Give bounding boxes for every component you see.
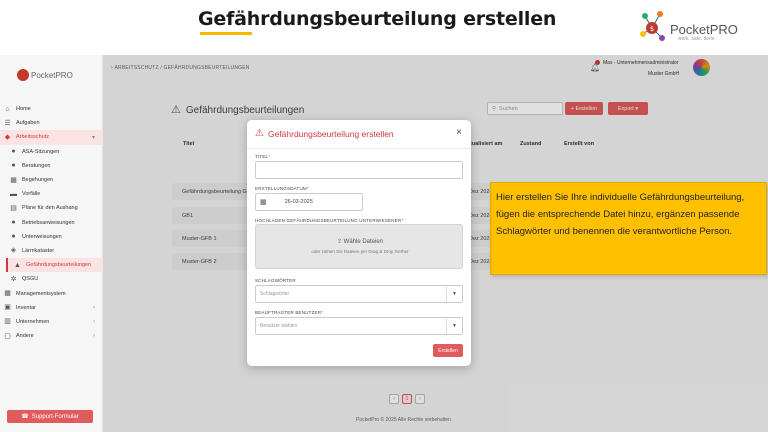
submit-create-button[interactable]: Erstellen — [433, 344, 463, 357]
sidebar-item-beratungen[interactable]: ● Beratungen — [0, 159, 103, 173]
modal-title: ⚠ Gefährdungsbeurteilung erstellen — [255, 128, 394, 139]
people-icon: ● — [11, 233, 16, 241]
car-icon: ▬ — [10, 190, 17, 198]
callout-text: Hier erstellen Sie Ihre individuelle Gef… — [496, 192, 745, 237]
sidebar-item-andere[interactable]: ▢ Andere › — [0, 329, 103, 343]
chevron-right-icon: › — [93, 318, 95, 325]
support-form-button[interactable]: ☎ Support-Formular — [7, 410, 93, 423]
sidebar-logo[interactable]: PocketPRO — [17, 63, 87, 87]
sidebar-item-begehungen[interactable]: ▦ Begehungen — [0, 173, 103, 187]
sidebar-item-gefaehrdungsbeurteilungen[interactable]: ▲ Gefährdungsbeurteilungen — [6, 258, 103, 273]
date-input[interactable]: ▦ 26-03-2025 — [255, 193, 363, 211]
svg-text:$: $ — [650, 25, 654, 33]
calendar-icon: ▦ — [260, 199, 267, 206]
sidebar-item-qsgu[interactable]: ✲ QSGU — [0, 272, 103, 286]
title-underline — [200, 32, 252, 35]
warning-icon: ▲ — [14, 261, 21, 269]
warning-icon: ⚠ — [255, 128, 264, 139]
factory-icon: ▥ — [4, 318, 11, 326]
logo-icon — [17, 69, 29, 81]
sidebar-item-unterweisungen[interactable]: ● Unterweisungen — [0, 230, 103, 244]
document-icon: ▤ — [10, 204, 17, 212]
date-label: ERSTELLUNGSDATUM* — [255, 186, 309, 191]
file-dropzone[interactable]: ⇪ Wähle Dateien oder ziehen Sie Dateien … — [255, 224, 463, 269]
create-assessment-modal: ⚠ Gefährdungsbeurteilung erstellen × TITE… — [247, 120, 471, 366]
chevron-right-icon: › — [93, 333, 95, 340]
brand-logo-icon: $ — [640, 11, 665, 41]
sidebar-item-arbeitsschutz[interactable]: ◆ Arbeitsschutz ▾ — [0, 130, 103, 145]
sidebar-nav: ⌂ Home ☰ Aufgaben ◆ Arbeitsschutz ▾ ● ASA-Sit… — [0, 102, 103, 343]
sidebar-item-vorfaelle[interactable]: ▬ Vorfälle — [0, 187, 103, 201]
building-icon: ▦ — [10, 176, 17, 184]
gear-icon: ✲ — [10, 275, 17, 283]
shield-icon: ◆ — [4, 133, 11, 141]
brand-tagline: work. safe. done. — [678, 36, 717, 42]
chevron-right-icon: › — [93, 304, 95, 311]
close-icon[interactable]: × — [456, 127, 462, 138]
brand-name: PocketPRO — [670, 22, 738, 37]
people-icon: ● — [11, 148, 16, 156]
person-gear-icon: ● — [11, 219, 16, 227]
brand-logo: $ PocketPRO work. safe. done. — [640, 8, 745, 48]
sidebar-item-asa-sitzungen[interactable]: ● ASA-Sitzungen — [0, 145, 103, 159]
sidebar-item-plaene[interactable]: ▤ Pläne für den Aushang — [0, 201, 103, 215]
title-label: TITEL* — [255, 154, 271, 159]
home-icon: ⌂ — [5, 105, 10, 113]
chevron-down-icon: ▼ — [446, 286, 462, 302]
slide-title: Gefährdungsbeurteilung erstellen — [198, 8, 557, 30]
sound-icon: ◈ — [10, 247, 17, 255]
chevron-down-icon: ▾ — [91, 134, 95, 141]
chevron-down-icon: ▼ — [446, 318, 462, 334]
box-icon: ▣ — [4, 304, 11, 312]
tutorial-callout: Hier erstellen Sie Ihre individuelle Gef… — [490, 182, 767, 275]
keywords-label: SCHLAGWÖRTER — [255, 278, 296, 283]
upload-label: HOCHLADEN GEFÄHRDUNGSBEURTEILUNG UNTERWI… — [255, 218, 404, 223]
sidebar: PocketPRO ⌂ Home ☰ Aufgaben ◆ Arbeitsschutz… — [0, 55, 103, 432]
grid-icon: ▦ — [4, 290, 11, 298]
user-select[interactable]: Benutzer wählen ▼ — [255, 317, 463, 335]
sidebar-item-unternehmen[interactable]: ▥ Unternehmen › — [0, 315, 103, 329]
users-label: BEAUFTRAGTER BENUTZER* — [255, 310, 324, 315]
sidebar-item-inventar[interactable]: ▣ Inventar › — [0, 301, 103, 315]
title-input[interactable] — [255, 161, 463, 179]
sidebar-item-laermkataster[interactable]: ◈ Lärmkataster — [0, 244, 103, 258]
sidebar-item-home[interactable]: ⌂ Home — [0, 102, 103, 116]
sidebar-item-managementsystem[interactable]: ▦ Managementsystem — [0, 286, 103, 300]
list-icon: ☰ — [4, 119, 11, 127]
keywords-select[interactable]: Schlagwörter ▼ — [255, 285, 463, 303]
person-icon: ● — [11, 162, 16, 170]
sidebar-item-aufgaben[interactable]: ☰ Aufgaben — [0, 116, 103, 130]
sidebar-item-betriebsanweisungen[interactable]: ● Betriebsanweisungen — [0, 216, 103, 230]
upload-icon: ⇪ — [336, 239, 344, 245]
other-icon: ▢ — [4, 332, 11, 340]
divider — [247, 148, 471, 149]
phone-icon: ☎ — [21, 414, 29, 420]
